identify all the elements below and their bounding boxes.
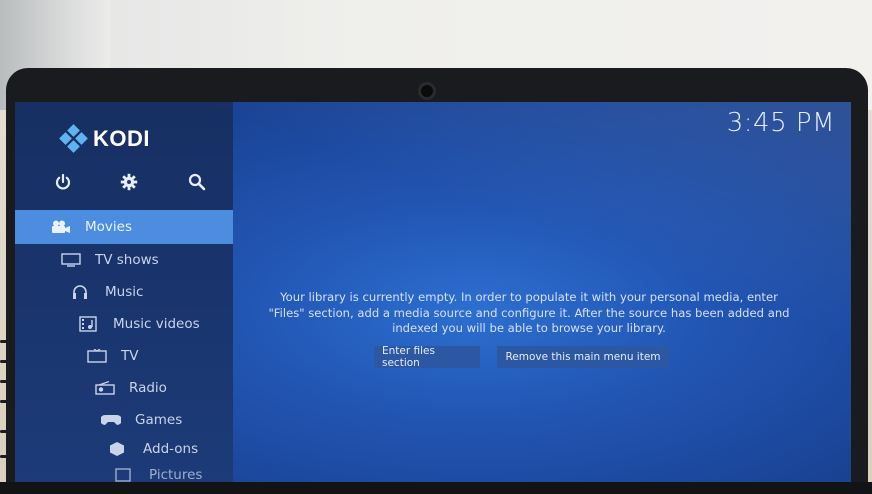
menu-item-games[interactable]: Games (15, 404, 233, 436)
tv-icon (61, 252, 83, 268)
menu-item-label: Movies (85, 219, 132, 235)
addon-box-icon (109, 441, 131, 457)
kodi-logo: KODI (59, 124, 150, 153)
radio-icon (95, 380, 117, 396)
empty-library-message: Your library is currently empty. In orde… (268, 290, 790, 335)
menu-item-tv-shows[interactable]: TV shows (15, 244, 233, 276)
gamepad-icon (101, 412, 123, 428)
kodi-screen: KODI Movies TV shows Music Music videos … (15, 102, 851, 482)
laptop-base-edge (0, 482, 872, 494)
movie-camera-icon (51, 219, 73, 235)
clock: 3:45 PM (726, 108, 835, 138)
menu-item-music-videos[interactable]: Music videos (15, 308, 233, 340)
action-buttons: Enter files section Remove this main men… (15, 345, 851, 369)
headphones-icon (71, 284, 93, 300)
kodi-logo-icon (59, 124, 88, 153)
enter-files-button[interactable]: Enter files section (374, 345, 480, 369)
top-icons (51, 170, 211, 194)
menu-item-label: Music videos (113, 316, 200, 332)
menu-item-add-ons[interactable]: Add-ons (15, 436, 233, 462)
gear-icon[interactable] (117, 170, 141, 194)
menu-item-music[interactable]: Music (15, 276, 233, 308)
music-video-icon (79, 316, 101, 332)
menu-item-label: TV shows (95, 252, 159, 268)
power-icon[interactable] (51, 170, 75, 194)
webcam (418, 82, 436, 100)
menu-item-radio[interactable]: Radio (15, 372, 233, 404)
logo-text: KODI (93, 126, 150, 151)
menu-item-label: Pictures (149, 467, 203, 482)
search-icon[interactable] (185, 170, 209, 194)
menu-item-label: Add-ons (143, 441, 199, 457)
remove-menu-item-button[interactable]: Remove this main menu item (497, 346, 669, 368)
menu-item-label: Music (105, 284, 144, 300)
menu-item-label: Games (135, 412, 183, 428)
pictures-icon (115, 467, 137, 482)
menu-item-movies[interactable]: Movies (15, 210, 233, 244)
menu-item-pictures[interactable]: Pictures (15, 462, 233, 482)
menu-item-label: Radio (129, 380, 167, 396)
sidebar: KODI Movies TV shows Music Music videos … (15, 102, 233, 482)
